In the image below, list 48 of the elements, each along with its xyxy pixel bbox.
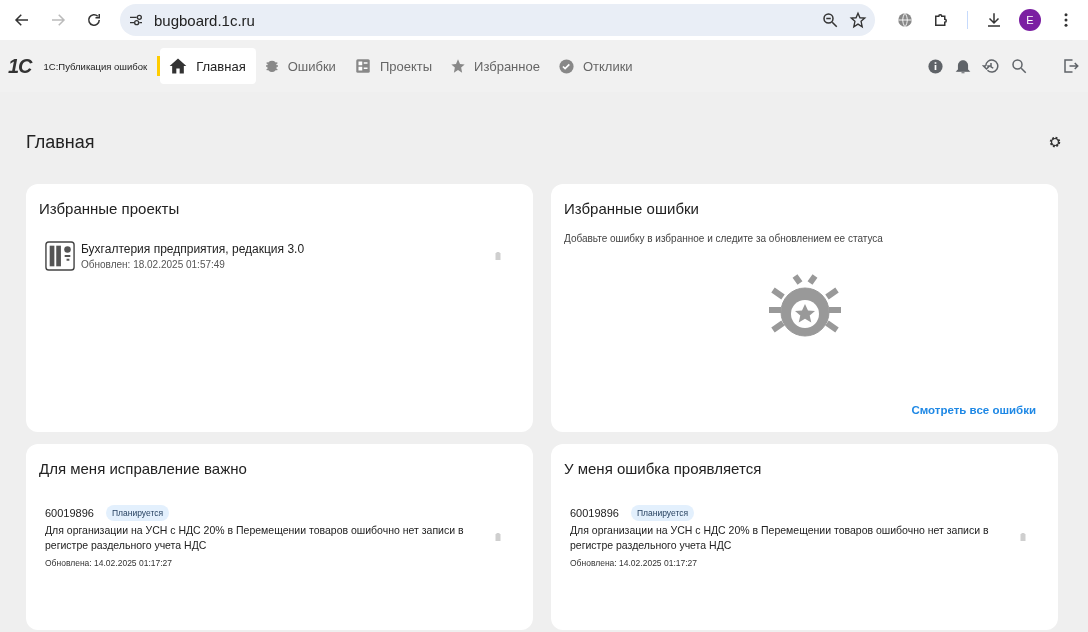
url-text: bugboard.1c.ru (154, 11, 256, 29)
reload-icon[interactable] (85, 11, 103, 29)
bug-updated: Обновлена: 14.02.2025 01:17:27 (570, 558, 699, 568)
bell-icon[interactable] (954, 57, 972, 75)
search-icon[interactable] (1010, 57, 1028, 75)
project-binders-icon (45, 241, 75, 271)
status-badge: Планируется (105, 505, 170, 521)
nav-tab[interactable]: Проекты (345, 48, 443, 84)
card-title: Избранные проекты (39, 200, 181, 217)
star-outline-icon[interactable] (849, 11, 867, 29)
empty-hint: Добавьте ошибку в избранное и следите за обновлением ее статуса (564, 233, 884, 244)
card-title: Для меня исправление важно (39, 460, 248, 477)
check-circle-icon[interactable] (557, 57, 575, 75)
view-all-bugs-link[interactable]: Смотреть все ошибки (911, 404, 1036, 416)
grid-list-icon[interactable] (353, 57, 372, 75)
project-updated: Обновлен: 18.02.2025 01:57:49 (81, 259, 226, 270)
nav-tab[interactable]: Избранное (442, 48, 550, 84)
card-title: Избранные ошибки (564, 200, 700, 217)
project-name[interactable]: Бухгалтерия предприятия, редакция 3.0 (81, 242, 486, 256)
home-icon[interactable] (168, 56, 189, 76)
app-logo[interactable]: 1С (8, 54, 32, 78)
settings-icon[interactable] (1048, 135, 1062, 149)
nav-tab[interactable]: Отклики (549, 48, 643, 84)
arrow-right-icon (49, 11, 67, 29)
bug-id[interactable]: 60019896 (45, 507, 94, 519)
bug-icon[interactable] (263, 58, 280, 74)
site-settings-icon[interactable] (128, 12, 144, 28)
bug-id[interactable]: 60019896 (570, 507, 619, 519)
star-icon[interactable] (450, 58, 467, 74)
zoom-out-icon[interactable] (821, 11, 839, 29)
download-icon[interactable] (985, 11, 1003, 29)
logout-icon[interactable] (1062, 57, 1080, 75)
card-title: У меня ошибка проявляется (564, 460, 763, 477)
status-badge: Планируется (630, 505, 695, 521)
puzzle-icon[interactable] (932, 11, 950, 29)
page-title: Главная (26, 131, 95, 153)
bug-description[interactable]: Для организации на УСН с НДС 20% в Перемещении товаров ошибочно нет записи в регистре раздельного учета НДС (570, 523, 1000, 553)
history-icon[interactable] (982, 57, 1000, 75)
info-icon[interactable] (927, 57, 944, 75)
globe-icon[interactable] (896, 11, 914, 29)
arrow-left-icon (13, 11, 31, 29)
profile-avatar[interactable]: E (1019, 9, 1041, 31)
app-name: 1С:Публикация ошибок (43, 60, 148, 72)
nav-tab[interactable]: Главная (160, 48, 256, 84)
bug-updated: Обновлена: 14.02.2025 01:17:27 (45, 558, 174, 568)
nav-tab[interactable]: Ошибки (255, 48, 346, 84)
bug-description[interactable]: Для организации на УСН с НДС 20% в Перемещении товаров ошибочно нет записи в регистре раздельного учета НДС (45, 523, 475, 553)
address-bar[interactable]: bugboard.1c.ru (120, 4, 875, 36)
